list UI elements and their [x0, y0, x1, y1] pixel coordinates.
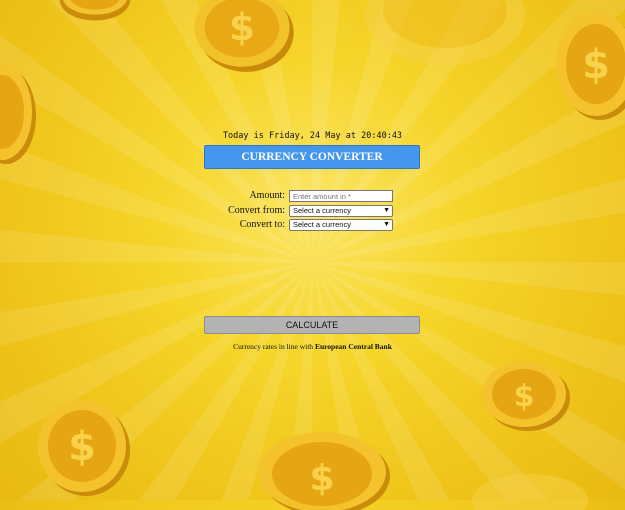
convert-from-value: Select a currency: [293, 206, 351, 215]
convert-from-row: Convert from: Select a currency ▼: [0, 204, 625, 218]
coin-icon: [58, 0, 132, 22]
chevron-down-icon: ▼: [383, 207, 390, 214]
amount-label: Amount:: [249, 190, 285, 201]
coin-icon: $: [552, 10, 625, 122]
svg-text:$: $: [582, 42, 610, 88]
svg-text:$: $: [514, 379, 535, 414]
svg-text:$: $: [229, 5, 255, 49]
coin-icon: [470, 470, 590, 510]
svg-text:$: $: [309, 458, 334, 499]
coin-icon: $: [256, 430, 392, 510]
coin-icon: $: [480, 356, 572, 434]
coin-icon: $: [192, 0, 296, 74]
convert-to-select[interactable]: Select a currency ▼: [289, 219, 393, 231]
chevron-down-icon: ▼: [383, 221, 390, 228]
svg-text:$: $: [68, 424, 96, 470]
convert-from-select[interactable]: Select a currency ▼: [289, 205, 393, 217]
coin-icon: [0, 62, 40, 166]
amount-input[interactable]: [289, 190, 393, 202]
page-title: CURRENCY CONVERTER: [204, 145, 420, 169]
coin-icon: [360, 0, 530, 70]
convert-to-value: Select a currency: [293, 220, 351, 229]
convert-from-label: Convert from:: [228, 205, 285, 216]
rates-source-note: Currency rates in line with European Cen…: [0, 342, 625, 351]
coin-icon: $: [32, 394, 132, 500]
date-time-line: Today is Friday, 24 May at 20:40:43: [222, 131, 403, 141]
calculate-button[interactable]: CALCULATE: [204, 316, 420, 334]
amount-row: Amount:: [0, 189, 625, 203]
convert-to-label: Convert to:: [239, 219, 285, 230]
rates-source-link: European Central Bank: [314, 342, 392, 351]
convert-to-row: Convert to: Select a currency ▼: [0, 218, 625, 232]
rates-source-text: Currency rates in line with: [233, 342, 314, 351]
